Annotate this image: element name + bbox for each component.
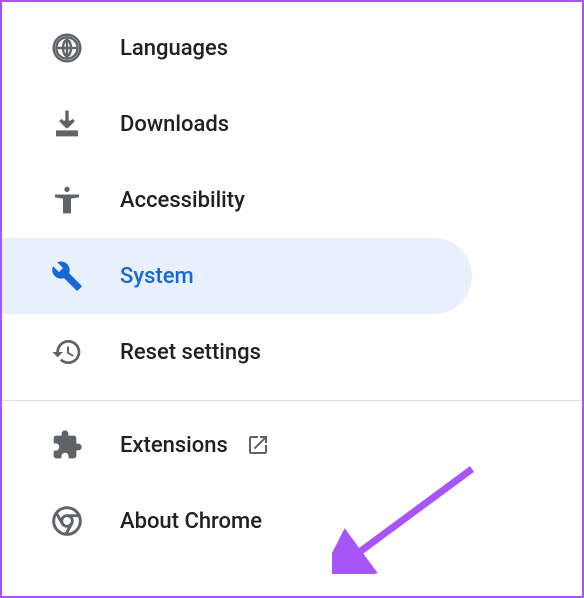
nav-list: Languages Downloads Accessibility System: [2, 10, 582, 390]
nav-item-reset-settings[interactable]: Reset settings: [2, 314, 472, 390]
nav-item-label: Reset settings: [120, 340, 261, 365]
puzzle-icon: [50, 428, 84, 462]
nav-item-system[interactable]: System: [2, 238, 472, 314]
nav-item-extensions[interactable]: Extensions: [2, 407, 472, 483]
nav-item-downloads[interactable]: Downloads: [2, 86, 472, 162]
divider: [2, 400, 582, 401]
nav-item-label: About Chrome: [120, 509, 262, 534]
nav-item-label: System: [120, 264, 194, 289]
globe-icon: [50, 31, 84, 65]
external-link-icon: [246, 433, 270, 457]
nav-item-label: Extensions: [120, 433, 228, 458]
nav-item-languages[interactable]: Languages: [2, 10, 472, 86]
nav-item-accessibility[interactable]: Accessibility: [2, 162, 472, 238]
nav-item-label: Languages: [120, 36, 228, 61]
nav-item-label: Downloads: [120, 112, 229, 137]
wrench-icon: [50, 259, 84, 293]
footer-list: Extensions About Chrome: [2, 407, 582, 559]
nav-item-about-chrome[interactable]: About Chrome: [2, 483, 472, 559]
settings-sidebar: Languages Downloads Accessibility System: [0, 0, 584, 598]
chrome-icon: [50, 504, 84, 538]
history-icon: [50, 335, 84, 369]
nav-item-label: Accessibility: [120, 188, 245, 213]
download-icon: [50, 107, 84, 141]
accessibility-icon: [50, 183, 84, 217]
